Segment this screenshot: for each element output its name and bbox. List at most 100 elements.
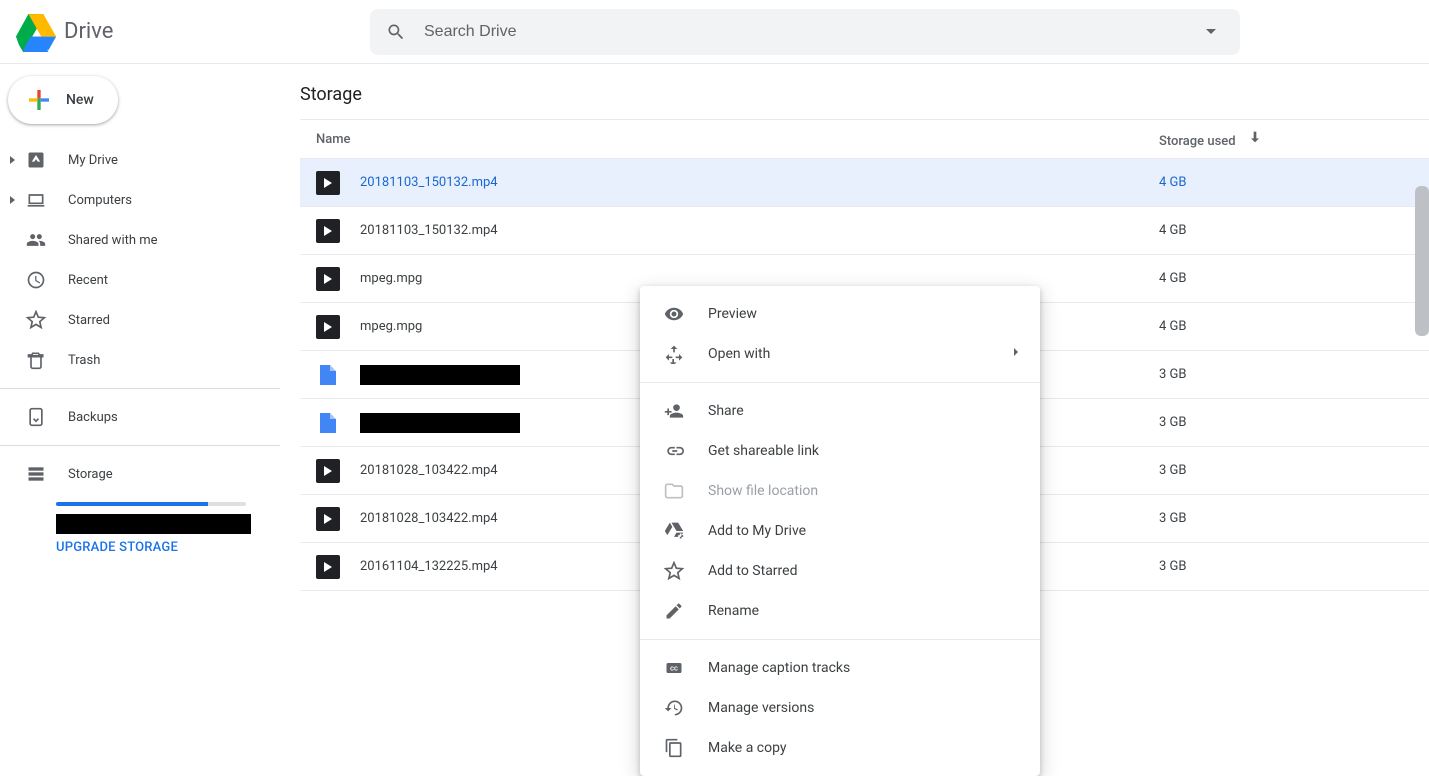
app-header: Drive bbox=[0, 0, 1429, 64]
menu-preview[interactable]: Preview bbox=[640, 294, 1040, 334]
pencil-icon bbox=[664, 601, 684, 621]
separator bbox=[0, 445, 280, 446]
file-size: 4 GB bbox=[1159, 175, 1429, 190]
upgrade-storage-link[interactable]: UPGRADE STORAGE bbox=[56, 540, 280, 555]
sidebar-item-computers[interactable]: Computers bbox=[0, 180, 280, 220]
search-input[interactable] bbox=[422, 22, 1206, 42]
search-icon bbox=[386, 22, 406, 42]
file-size: 4 GB bbox=[1159, 319, 1429, 334]
menu-rename[interactable]: Rename bbox=[640, 591, 1040, 631]
storage-quota-redacted bbox=[56, 514, 251, 534]
menu-add-to-starred[interactable]: Add to Starred bbox=[640, 551, 1040, 591]
new-button-label: New bbox=[66, 92, 94, 108]
menu-manage-caption-tracks[interactable]: CC Manage caption tracks bbox=[640, 648, 1040, 688]
video-icon bbox=[316, 459, 340, 483]
storage-progress-bar bbox=[56, 502, 246, 506]
nav-label: Starred bbox=[68, 313, 110, 328]
video-icon bbox=[316, 315, 340, 339]
video-icon bbox=[316, 555, 340, 579]
drive-add-icon bbox=[664, 521, 684, 541]
sidebar-item-trash[interactable]: Trash bbox=[0, 340, 280, 380]
file-name: 20181028_103422.mp4 bbox=[360, 511, 498, 526]
sidebar: New My Drive Computers Shared with me Re… bbox=[0, 64, 280, 725]
plus-icon bbox=[24, 85, 54, 115]
nav-label: Computers bbox=[68, 193, 132, 208]
file-size: 4 GB bbox=[1159, 223, 1429, 238]
menu-get-link[interactable]: Get shareable link bbox=[640, 431, 1040, 471]
video-icon bbox=[316, 507, 340, 531]
nav-label: Storage bbox=[68, 467, 113, 482]
backups-icon bbox=[24, 405, 48, 429]
sidebar-item-backups[interactable]: Backups bbox=[0, 397, 280, 437]
sidebar-item-shared-with-me[interactable]: Shared with me bbox=[0, 220, 280, 260]
column-name[interactable]: Name bbox=[300, 132, 1159, 147]
menu-open-with[interactable]: Open with bbox=[640, 334, 1040, 374]
svg-text:CC: CC bbox=[670, 667, 678, 673]
nav-label: Recent bbox=[68, 273, 108, 288]
document-icon bbox=[316, 411, 340, 435]
menu-manage-versions[interactable]: Manage versions bbox=[640, 688, 1040, 728]
link-icon bbox=[664, 441, 684, 461]
drive-logo[interactable]: Drive bbox=[12, 12, 250, 52]
clock-icon bbox=[24, 268, 48, 292]
sidebar-item-storage[interactable]: Storage bbox=[0, 454, 280, 494]
menu-show-file-location: Show file location bbox=[640, 471, 1040, 511]
drive-icon bbox=[24, 148, 48, 172]
storage-icon bbox=[24, 462, 48, 486]
expand-icon[interactable] bbox=[6, 196, 18, 204]
video-icon bbox=[316, 171, 340, 195]
file-name: 20181028_103422.mp4 bbox=[360, 463, 498, 478]
person-add-icon bbox=[664, 401, 684, 421]
drive-logo-icon bbox=[16, 12, 56, 52]
search-bar[interactable] bbox=[370, 9, 1240, 55]
column-storage-used[interactable]: Storage used bbox=[1159, 129, 1429, 149]
video-icon bbox=[316, 219, 340, 243]
nav-label: Backups bbox=[68, 410, 118, 425]
chevron-right-icon bbox=[1008, 344, 1024, 364]
new-button[interactable]: New bbox=[8, 76, 118, 124]
file-size: 4 GB bbox=[1159, 271, 1429, 286]
file-size: 3 GB bbox=[1159, 367, 1429, 382]
history-icon bbox=[664, 698, 684, 718]
scrollbar[interactable] bbox=[1415, 186, 1429, 336]
table-row[interactable]: 20181103_150132.mp44 GB bbox=[300, 159, 1429, 207]
sort-descending-icon bbox=[1247, 129, 1263, 145]
file-size: 3 GB bbox=[1159, 415, 1429, 430]
file-size: 3 GB bbox=[1159, 463, 1429, 478]
app-name: Drive bbox=[64, 19, 113, 44]
star-icon bbox=[24, 308, 48, 332]
cc-icon: CC bbox=[664, 658, 684, 678]
table-header: Name Storage used bbox=[300, 119, 1429, 159]
eye-icon bbox=[664, 304, 684, 324]
sidebar-item-starred[interactable]: Starred bbox=[0, 300, 280, 340]
file-size: 3 GB bbox=[1159, 559, 1429, 574]
open-with-icon bbox=[664, 344, 684, 364]
sidebar-item-my-drive[interactable]: My Drive bbox=[0, 140, 280, 180]
file-name: 20181103_150132.mp4 bbox=[360, 223, 498, 238]
shared-icon bbox=[24, 228, 48, 252]
file-name: mpeg.mpg bbox=[360, 319, 422, 334]
redacted-filename bbox=[360, 413, 520, 433]
separator bbox=[640, 382, 1040, 383]
expand-icon[interactable] bbox=[6, 156, 18, 164]
menu-add-to-my-drive[interactable]: Add to My Drive bbox=[640, 511, 1040, 551]
computers-icon bbox=[24, 188, 48, 212]
star-icon bbox=[664, 561, 684, 581]
trash-icon bbox=[24, 348, 48, 372]
page-title: Storage bbox=[300, 64, 1429, 119]
menu-share[interactable]: Share bbox=[640, 391, 1040, 431]
nav-label: Trash bbox=[68, 353, 100, 368]
search-options-dropdown-icon[interactable] bbox=[1206, 29, 1216, 34]
separator bbox=[640, 639, 1040, 640]
folder-icon bbox=[664, 481, 684, 501]
context-menu: Preview Open with Share Get shareable li… bbox=[640, 286, 1040, 776]
sidebar-item-recent[interactable]: Recent bbox=[0, 260, 280, 300]
redacted-filename bbox=[360, 365, 520, 385]
menu-make-a-copy[interactable]: Make a copy bbox=[640, 728, 1040, 768]
file-name: mpeg.mpg bbox=[360, 271, 422, 286]
document-icon bbox=[316, 363, 340, 387]
file-size: 3 GB bbox=[1159, 511, 1429, 526]
copy-icon bbox=[664, 738, 684, 758]
table-row[interactable]: 20181103_150132.mp4 4 GB bbox=[300, 207, 1429, 255]
separator bbox=[0, 388, 280, 389]
